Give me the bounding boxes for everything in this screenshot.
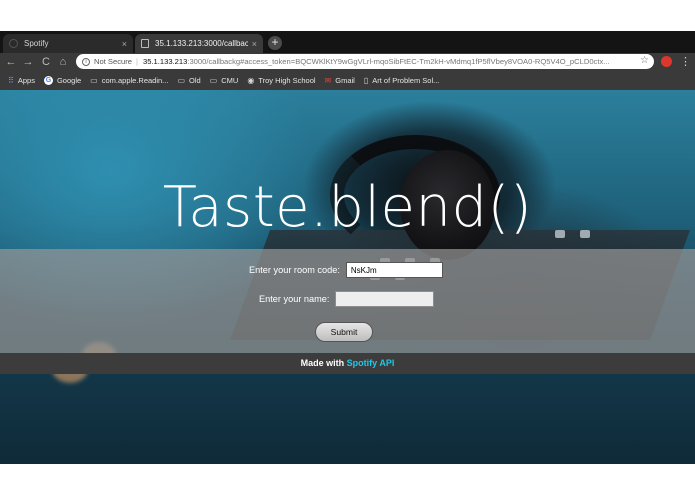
footer-prefix: Made with — [300, 358, 345, 368]
new-tab-button[interactable]: + — [268, 36, 282, 50]
bottom-margin — [0, 464, 695, 494]
bookmark-label: Art of Problem Sol... — [372, 76, 440, 85]
bookmark-apps[interactable]: ⠿ Apps — [8, 76, 35, 85]
url-host: 35.1.133.213 — [142, 57, 188, 66]
bookmark-label: Gmail — [335, 76, 355, 85]
bookmark-label: Google — [56, 76, 82, 85]
page-icon: ▯ — [363, 76, 369, 85]
bookmark-folder-readin[interactable]: ▭ com.apple.Readin... — [90, 76, 168, 85]
bookmark-folder-old[interactable]: ▭ Old — [177, 76, 200, 85]
name-label: Enter your name: — [259, 294, 330, 304]
bookmark-star-icon[interactable]: ☆ — [640, 55, 649, 66]
bookmark-label: Old — [189, 76, 201, 85]
app-logo-title: Taste.blend() — [162, 175, 533, 240]
info-icon[interactable]: i — [82, 57, 90, 66]
tab-bar: Spotify × 35.1.133.213:3000/callbackg#ac… — [0, 31, 695, 53]
bookmark-google[interactable]: G Google — [43, 76, 82, 85]
bookmark-troy-high-school[interactable]: ◉ Troy High School — [247, 76, 315, 85]
url-path: :3000/callbackg#access_token=BQCWKlKtY9w… — [187, 57, 610, 66]
extension-icon[interactable] — [661, 56, 672, 67]
apps-grid-icon: ⠿ — [8, 76, 14, 85]
bookmark-label: Troy High School — [258, 76, 316, 85]
globe-icon: ◉ — [247, 76, 255, 85]
room-code-label: Enter your room code: — [249, 265, 340, 275]
bookmarks-bar: ⠿ Apps G Google ▭ com.apple.Readin... ▭ … — [0, 71, 695, 90]
close-icon[interactable]: × — [252, 39, 257, 49]
back-arrow-icon[interactable]: ← — [5, 55, 17, 69]
tab-spotify[interactable]: Spotify × — [3, 34, 133, 53]
folder-icon: ▭ — [177, 76, 185, 85]
bookmark-label: Apps — [17, 76, 35, 85]
security-label: Not Secure — [94, 57, 132, 66]
spotify-api-link[interactable]: Spotify API — [347, 358, 395, 368]
close-icon[interactable]: × — [122, 39, 127, 49]
menu-icon[interactable]: ⋮ — [680, 55, 691, 69]
folder-icon: ▭ — [209, 76, 218, 85]
bookmark-label: com.apple.Readin... — [101, 76, 169, 85]
home-icon[interactable]: ⌂ — [57, 55, 69, 69]
forward-arrow-icon[interactable]: → — [22, 55, 34, 69]
spotify-favicon-icon — [9, 39, 18, 48]
room-code-input[interactable] — [345, 262, 443, 278]
gmail-icon: ✉ — [324, 76, 332, 85]
bookmark-art-of-problem-solving[interactable]: ▯ Art of Problem Sol... — [364, 76, 440, 85]
address-separator: | — [136, 57, 138, 66]
address-bar[interactable]: i Not Secure | 35.1.133.213 :3000/callba… — [76, 54, 654, 69]
bookmark-gmail[interactable]: ✉ Gmail — [325, 76, 355, 85]
tab-title: 35.1.133.213:3000/callbackg#ac — [155, 39, 248, 48]
tab-title: Spotify — [24, 39, 49, 48]
submit-button[interactable]: Submit — [315, 322, 373, 342]
folder-icon: ▭ — [90, 76, 98, 85]
name-input[interactable] — [335, 291, 435, 307]
bookmark-folder-cmu[interactable]: ▭ CMU — [210, 76, 239, 85]
reload-icon[interactable]: C — [40, 55, 52, 69]
top-margin — [0, 0, 695, 31]
page-footer: Made with Spotify API — [0, 353, 695, 374]
tab-callback[interactable]: 35.1.133.213:3000/callbackg#ac × — [135, 34, 263, 53]
room-code-row: Enter your room code: — [249, 262, 443, 278]
page-favicon-icon — [141, 39, 149, 48]
google-icon: G — [43, 76, 53, 85]
name-row: Enter your name: — [259, 291, 435, 307]
bookmark-label: CMU — [221, 76, 239, 85]
